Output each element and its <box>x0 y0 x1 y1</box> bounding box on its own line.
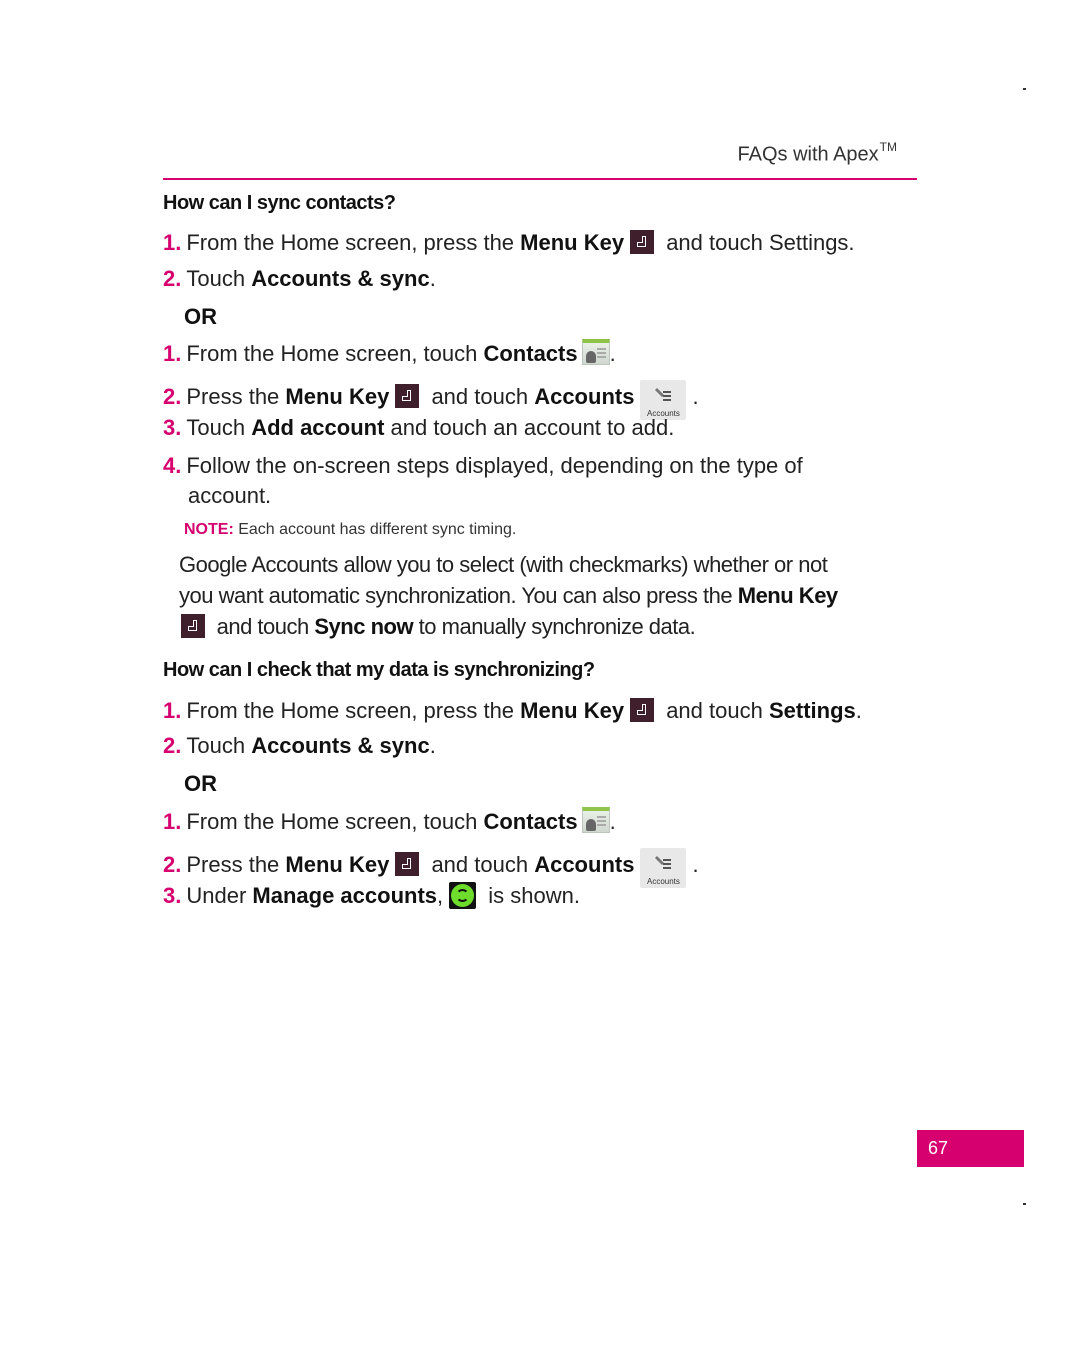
step: 1. From the Home screen, press the Menu K… <box>163 698 862 723</box>
contacts-icon <box>581 807 610 834</box>
step: 1. From the Home screen, touch Contacts. <box>163 807 616 834</box>
sync-icon <box>449 881 477 909</box>
menu-key-icon <box>395 852 420 876</box>
or-separator: OR <box>184 771 217 796</box>
step: 2. Touch Accounts & sync. <box>163 733 436 758</box>
accounts-icon: Accounts <box>640 848 687 888</box>
header-title: FAQs with ApexTM <box>737 140 898 166</box>
section-heading-check-sync: How can I check that my data is synchron… <box>163 659 595 681</box>
crop-mark-top <box>1023 88 1026 90</box>
note: NOTE: Each account has different sync ti… <box>184 521 517 538</box>
step: 2. Press the Menu Key and touch Accounts A… <box>163 378 699 420</box>
step: 1. From the Home screen, touch Contacts. <box>163 339 616 366</box>
accounts-glyph <box>655 856 672 869</box>
step: 3. Touch Add account and touch an account… <box>163 415 675 440</box>
accounts-icon: Accounts <box>640 380 687 420</box>
contacts-icon <box>581 339 610 366</box>
menu-key-icon <box>181 614 205 639</box>
running-header: FAQs with ApexTM <box>163 136 917 180</box>
section-heading-sync-contacts: How can I sync contacts? <box>163 192 396 214</box>
step-continuation: account. <box>188 483 272 508</box>
menu-key-icon <box>630 230 655 255</box>
page-number: 67 <box>928 1138 949 1158</box>
accounts-glyph <box>655 388 672 401</box>
paragraph-line: you want automatic synchronization. You … <box>179 583 838 608</box>
crop-mark-bottom <box>1023 1203 1026 1205</box>
step: 1. From the Home screen, press the Menu K… <box>163 230 855 255</box>
page-number-box: 67 <box>917 1130 1024 1167</box>
paragraph-line: and touch Sync now to manually synchroni… <box>181 614 696 640</box>
step: 2. Touch Accounts & sync. <box>163 266 436 291</box>
step: 2. Press the Menu Key and touch Accounts A… <box>163 846 699 888</box>
step: 4. Follow the on-screen steps displayed, … <box>163 453 803 478</box>
menu-key-icon <box>395 384 420 408</box>
menu-key-icon <box>630 698 655 723</box>
or-separator: OR <box>184 304 217 329</box>
trademark: TM <box>879 140 897 154</box>
step: 3. Under Manage accounts, is shown. <box>163 881 580 909</box>
paragraph-line: Google Accounts allow you to select (wit… <box>179 552 828 577</box>
